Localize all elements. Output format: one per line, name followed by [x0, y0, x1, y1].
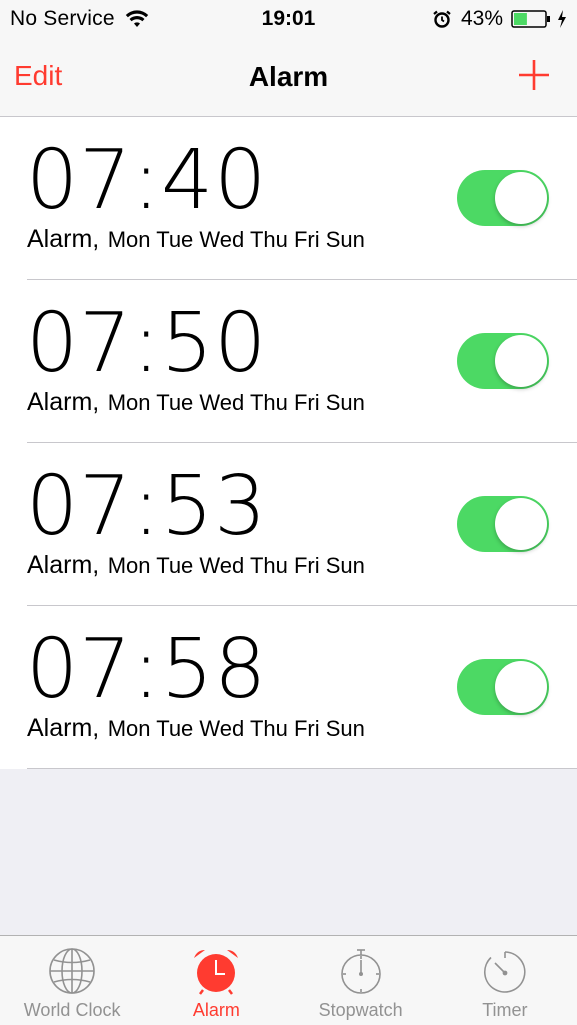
toggle-knob [495, 498, 547, 550]
alarm-clock-icon [433, 10, 451, 28]
status-bar: No Service 19:01 43% [0, 0, 577, 38]
tab-bar: World Clock Alarm Stopwatch Timer [0, 935, 577, 1025]
alarm-subtitle: Alarm, Mon Tue Wed Thu Fri Sun [27, 551, 365, 580]
alarm-toggle[interactable] [457, 333, 549, 389]
tab-label: Stopwatch [318, 1000, 403, 1020]
alarm-row[interactable]: 07:53 Alarm, Mon Tue Wed Thu Fri Sun [0, 443, 577, 606]
stopwatch-icon [340, 949, 381, 994]
alarm-row[interactable]: 07:50 Alarm, Mon Tue Wed Thu Fri Sun [0, 280, 577, 443]
alarm-time: 07:50 [26, 296, 268, 391]
alarm-label: Alarm, [27, 714, 100, 742]
toggle-knob [495, 172, 547, 224]
alarm-clock-icon [194, 950, 239, 995]
alarm-toggle[interactable] [457, 170, 549, 226]
tab-timer[interactable]: Timer [433, 936, 577, 1025]
nav-bar: Edit Alarm [0, 38, 577, 117]
alarm-time: 07:40 [26, 133, 268, 228]
alarm-repeat-days: Mon Tue Wed Thu Fri Sun [107, 553, 365, 578]
tab-label: World Clock [23, 1000, 121, 1020]
alarm-subtitle: Alarm, Mon Tue Wed Thu Fri Sun [27, 225, 365, 254]
alarm-row[interactable]: 07:58 Alarm, Mon Tue Wed Thu Fri Sun [0, 606, 577, 769]
tab-label: Alarm [192, 1000, 240, 1020]
status-right: 43% [433, 7, 567, 31]
alarm-repeat-days: Mon Tue Wed Thu Fri Sun [107, 227, 365, 252]
alarm-label: Alarm, [27, 225, 100, 253]
alarm-label: Alarm, [27, 388, 100, 416]
alarm-row[interactable]: 07:40 Alarm, Mon Tue Wed Thu Fri Sun [0, 117, 577, 280]
globe-icon [49, 948, 95, 994]
alarm-toggle[interactable] [457, 659, 549, 715]
alarm-subtitle: Alarm, Mon Tue Wed Thu Fri Sun [27, 388, 365, 417]
toggle-knob [495, 661, 547, 713]
battery-icon [511, 10, 550, 28]
tab-label: Timer [482, 1000, 528, 1020]
tab-alarm[interactable]: Alarm [144, 936, 288, 1025]
plus-icon[interactable] [517, 58, 551, 92]
alarm-subtitle: Alarm, Mon Tue Wed Thu Fri Sun [27, 714, 365, 743]
page-title: Alarm [248, 61, 329, 92]
alarm-list: 07:40 Alarm, Mon Tue Wed Thu Fri Sun 07:… [0, 117, 577, 769]
alarm-label: Alarm, [27, 551, 100, 579]
charging-icon [558, 10, 566, 28]
timer-icon [483, 951, 526, 993]
alarm-repeat-days: Mon Tue Wed Thu Fri Sun [107, 390, 365, 415]
alarm-time: 07:53 [26, 459, 268, 554]
toggle-knob [495, 335, 547, 387]
tab-stopwatch[interactable]: Stopwatch [289, 936, 433, 1025]
alarm-toggle[interactable] [457, 496, 549, 552]
alarm-repeat-days: Mon Tue Wed Thu Fri Sun [107, 716, 365, 741]
alarm-time: 07:58 [26, 622, 268, 717]
battery-percent: 43% [460, 7, 503, 30]
tab-world-clock[interactable]: World Clock [0, 936, 144, 1025]
